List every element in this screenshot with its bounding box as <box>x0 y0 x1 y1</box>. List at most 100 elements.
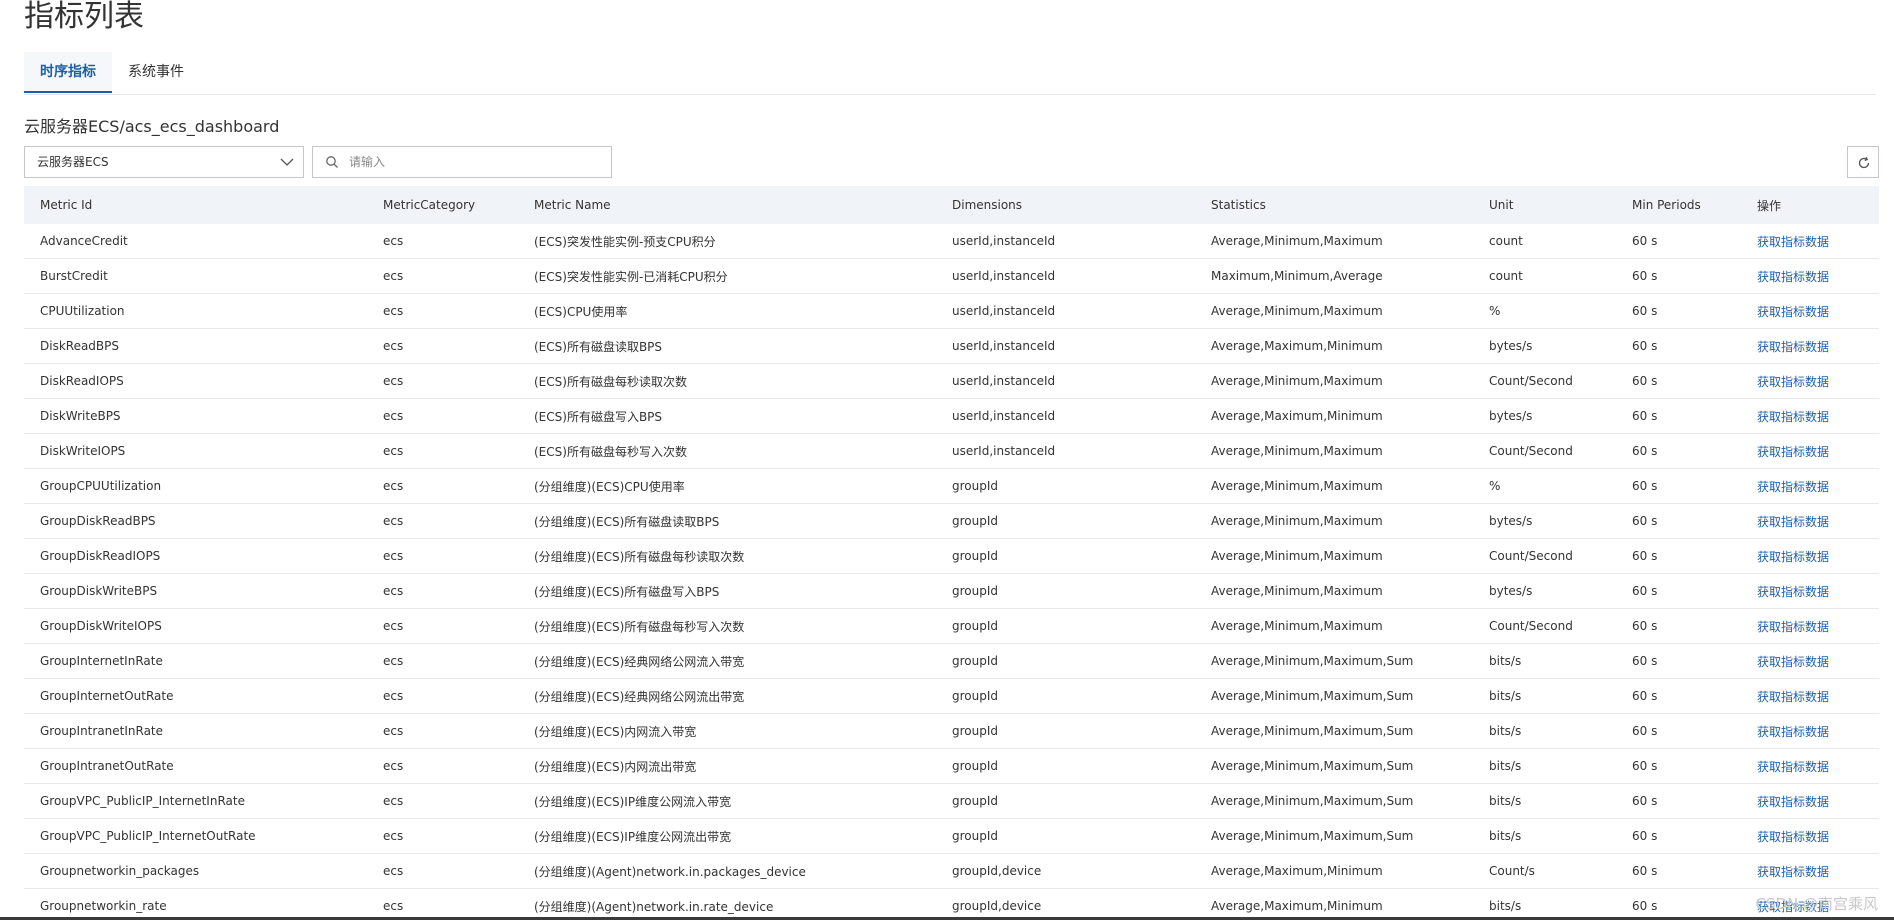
metric-id-cell: DiskWriteIOPS <box>24 433 367 469</box>
dimensions-cell: userId,instanceId <box>936 433 1195 469</box>
statistics-cell: Average,Minimum,Maximum <box>1195 293 1473 329</box>
metric-category-cell: ecs <box>367 853 518 889</box>
metric-id-cell: GroupInternetInRate <box>24 643 367 679</box>
metric-id-cell: GroupVPC_PublicIP_InternetOutRate <box>24 818 367 854</box>
get-metric-data-link[interactable]: 获取指标数据 <box>1757 585 1829 599</box>
get-metric-data-link[interactable]: 获取指标数据 <box>1757 340 1829 354</box>
metric-name-cell: (ECS)所有磁盘写入BPS <box>518 398 936 434</box>
metric-name-cell: (分组维度)(ECS)经典网络公网流出带宽 <box>518 678 936 714</box>
min-periods-cell: 60 s <box>1616 888 1741 920</box>
statistics-cell: Average,Minimum,Maximum <box>1195 538 1473 574</box>
metric-id-cell: BurstCredit <box>24 258 367 294</box>
actions-cell: 获取指标数据 <box>1741 573 1879 609</box>
statistics-cell: Average,Minimum,Maximum <box>1195 433 1473 469</box>
statistics-cell: Average,Minimum,Maximum <box>1195 573 1473 609</box>
metric-id-cell: GroupDiskReadIOPS <box>24 538 367 574</box>
column-header-metric-name: Metric Name <box>518 186 936 224</box>
get-metric-data-link[interactable]: 获取指标数据 <box>1757 760 1829 774</box>
min-periods-cell: 60 s <box>1616 748 1741 784</box>
dimensions-cell: groupId <box>936 468 1195 504</box>
statistics-cell: Average,Minimum,Maximum <box>1195 503 1473 539</box>
metric-id-cell: GroupDiskWriteBPS <box>24 573 367 609</box>
dimensions-cell: userId,instanceId <box>936 328 1195 364</box>
min-periods-cell: 60 s <box>1616 398 1741 434</box>
dimensions-cell: groupId <box>936 713 1195 749</box>
metric-id-cell: DiskReadBPS <box>24 328 367 364</box>
metric-name-cell: (分组维度)(ECS)内网流出带宽 <box>518 748 936 784</box>
get-metric-data-link[interactable]: 获取指标数据 <box>1757 410 1829 424</box>
min-periods-cell: 60 s <box>1616 678 1741 714</box>
chevron-down-icon <box>280 158 294 166</box>
metric-list-page: 指标列表 时序指标 系统事件 云服务器ECS/acs_ecs_dashboard… <box>0 0 1894 920</box>
actions-cell: 获取指标数据 <box>1741 468 1879 504</box>
dimensions-cell: groupId <box>936 503 1195 539</box>
dimensions-cell: groupId <box>936 783 1195 819</box>
get-metric-data-link[interactable]: 获取指标数据 <box>1757 550 1829 564</box>
tab-bar: 时序指标 系统事件 <box>24 52 1876 95</box>
get-metric-data-link[interactable]: 获取指标数据 <box>1757 445 1829 459</box>
metric-category-cell: ecs <box>367 713 518 749</box>
metric-category-cell: ecs <box>367 398 518 434</box>
namespace-select[interactable]: 云服务器ECS <box>24 146 304 178</box>
get-metric-data-link[interactable]: 获取指标数据 <box>1757 655 1829 669</box>
get-metric-data-link[interactable]: 获取指标数据 <box>1757 515 1829 529</box>
table-row: GroupDiskWriteIOPS ecs (分组维度)(ECS)所有磁盘每秒写入… <box>24 608 1879 644</box>
min-periods-cell: 60 s <box>1616 363 1741 399</box>
metric-id-cell: DiskWriteBPS <box>24 398 367 434</box>
get-metric-data-link[interactable]: 获取指标数据 <box>1757 725 1829 739</box>
tab-system-events[interactable]: 系统事件 <box>112 52 200 93</box>
get-metric-data-link[interactable]: 获取指标数据 <box>1757 375 1829 389</box>
watermark: CSDN @南宫乘风 <box>1755 895 1878 913</box>
table-row: GroupCPUUtilization ecs (分组维度)(ECS)CPU使用率 g… <box>24 468 1879 504</box>
actions-cell: 获取指标数据 <box>1741 293 1879 329</box>
metric-category-cell: ecs <box>367 363 518 399</box>
actions-cell: 获取指标数据 <box>1741 224 1879 259</box>
min-periods-cell: 60 s <box>1616 328 1741 364</box>
metric-category-cell: ecs <box>367 818 518 854</box>
metric-name-cell: (分组维度)(Agent)network.in.packages_device <box>518 853 936 889</box>
metric-category-cell: ecs <box>367 538 518 574</box>
tab-time-series-metrics[interactable]: 时序指标 <box>24 52 112 93</box>
dimensions-cell: userId,instanceId <box>936 224 1195 259</box>
refresh-button[interactable] <box>1847 146 1879 178</box>
page-title: 指标列表 <box>24 0 144 34</box>
metric-category-cell: ecs <box>367 608 518 644</box>
metric-name-cell: (分组维度)(Agent)network.in.rate_device <box>518 888 936 920</box>
metric-id-cell: Groupnetworkin_rate <box>24 888 367 920</box>
metric-category-cell: ecs <box>367 433 518 469</box>
statistics-cell: Average,Maximum,Minimum <box>1195 328 1473 364</box>
metric-id-cell: CPUUtilization <box>24 293 367 329</box>
unit-cell: Count/Second <box>1473 433 1616 469</box>
metric-id-cell: GroupIntranetInRate <box>24 713 367 749</box>
unit-cell: bits/s <box>1473 748 1616 784</box>
statistics-cell: Average,Minimum,Maximum <box>1195 224 1473 259</box>
min-periods-cell: 60 s <box>1616 503 1741 539</box>
get-metric-data-link[interactable]: 获取指标数据 <box>1757 270 1829 284</box>
actions-cell: 获取指标数据 <box>1741 678 1879 714</box>
actions-cell: 获取指标数据 <box>1741 328 1879 364</box>
metric-name-cell: (分组维度)(ECS)所有磁盘每秒读取次数 <box>518 538 936 574</box>
dimensions-cell: groupId,device <box>936 888 1195 920</box>
dimensions-cell: groupId,device <box>936 853 1195 889</box>
metric-id-cell: GroupDiskReadBPS <box>24 503 367 539</box>
dimensions-cell: userId,instanceId <box>936 363 1195 399</box>
get-metric-data-link[interactable]: 获取指标数据 <box>1757 830 1829 844</box>
metric-name-cell: (分组维度)(ECS)所有磁盘读取BPS <box>518 503 936 539</box>
get-metric-data-link[interactable]: 获取指标数据 <box>1757 795 1829 809</box>
metric-category-cell: ecs <box>367 888 518 920</box>
actions-cell: 获取指标数据 <box>1741 503 1879 539</box>
unit-cell: bits/s <box>1473 713 1616 749</box>
unit-cell: bits/s <box>1473 783 1616 819</box>
get-metric-data-link[interactable]: 获取指标数据 <box>1757 235 1829 249</box>
get-metric-data-link[interactable]: 获取指标数据 <box>1757 620 1829 634</box>
get-metric-data-link[interactable]: 获取指标数据 <box>1757 305 1829 319</box>
metric-category-cell: ecs <box>367 328 518 364</box>
get-metric-data-link[interactable]: 获取指标数据 <box>1757 865 1829 879</box>
metric-id-cell: GroupInternetOutRate <box>24 678 367 714</box>
get-metric-data-link[interactable]: 获取指标数据 <box>1757 690 1829 704</box>
column-header-metric-category: MetricCategory <box>367 186 518 224</box>
search-input[interactable] <box>349 151 599 173</box>
metric-name-cell: (分组维度)(ECS)所有磁盘每秒写入次数 <box>518 608 936 644</box>
get-metric-data-link[interactable]: 获取指标数据 <box>1757 480 1829 494</box>
column-header-metric-id: Metric Id <box>24 186 367 224</box>
